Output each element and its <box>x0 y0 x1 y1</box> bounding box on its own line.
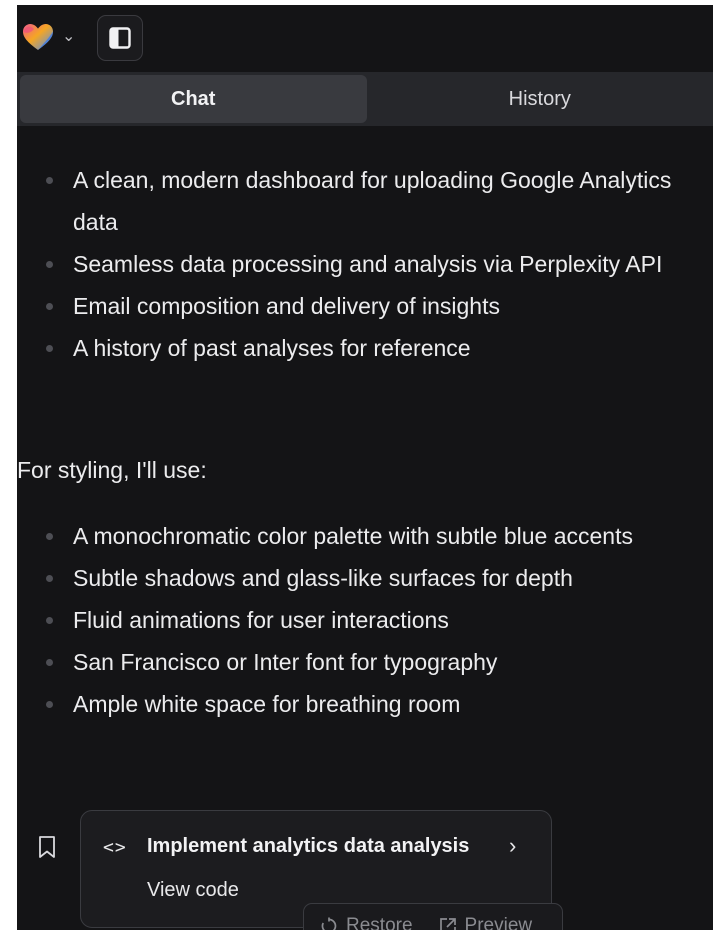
code-icon: <> <box>103 837 127 858</box>
list-item: A monochromatic color palette with subtl… <box>17 515 707 557</box>
list-item-text: San Francisco or Inter font for typograp… <box>73 649 498 675</box>
restore-button[interactable]: Restore <box>320 915 413 930</box>
external-link-icon <box>439 918 456 930</box>
tab-chat-label: Chat <box>171 87 216 110</box>
card-title: Implement analytics data analysis <box>147 835 470 857</box>
bullet-dot <box>46 575 53 582</box>
chat-panel: ⌄ Chat History A clean, modern dashboard… <box>17 5 713 930</box>
bullet-dot <box>46 303 53 310</box>
list-item-text: Subtle shadows and glass-like surfaces f… <box>73 565 573 591</box>
preview-button[interactable]: Preview <box>439 915 533 930</box>
restore-icon <box>321 917 337 930</box>
list-item-text: Seamless data processing and analysis vi… <box>73 251 663 277</box>
list-item-text: Fluid animations for user interactions <box>73 607 449 633</box>
chevron-down-icon[interactable]: ⌄ <box>62 23 75 51</box>
bullet-dot <box>46 533 53 540</box>
list-item: Email composition and delivery of insigh… <box>17 285 707 327</box>
action-bar: Restore Preview <box>303 903 563 930</box>
bullet-dot <box>46 617 53 624</box>
list-item-text: Email composition and delivery of insigh… <box>73 293 500 319</box>
styling-intro: For styling, I'll use: <box>17 457 207 483</box>
sidebar-toggle-button[interactable] <box>97 15 143 61</box>
bullet-dot <box>46 261 53 268</box>
tab-chat[interactable]: Chat <box>20 75 367 123</box>
bullet-dot <box>46 659 53 666</box>
preview-label: Preview <box>464 915 533 930</box>
list-item: Ample white space for breathing room <box>17 683 707 725</box>
list-item-text: A history of past analyses for reference <box>73 335 471 361</box>
chevron-right-icon: › <box>509 833 517 858</box>
list-item: A history of past analyses for reference <box>17 327 707 369</box>
tab-bar: Chat History <box>17 72 713 126</box>
bullet-dot <box>46 345 53 352</box>
bullet-dot <box>46 701 53 708</box>
feature-list: A clean, modern dashboard for uploading … <box>17 159 707 369</box>
message-content: A clean, modern dashboard for uploading … <box>17 126 713 930</box>
tab-history[interactable]: History <box>367 72 713 126</box>
list-item: San Francisco or Inter font for typograp… <box>17 641 707 683</box>
list-item: A clean, modern dashboard for uploading … <box>17 159 707 243</box>
list-item-text: A monochromatic color palette with subtl… <box>73 523 633 549</box>
view-code-link[interactable]: View code <box>147 879 239 902</box>
top-bar: ⌄ <box>17 5 713 72</box>
sidebar-toggle-icon <box>109 27 131 49</box>
list-item-text: Ample white space for breathing room <box>73 691 461 717</box>
bookmark-icon[interactable] <box>37 835 57 859</box>
list-item-text: A clean, modern dashboard for uploading … <box>73 167 672 235</box>
tab-history-label: History <box>508 87 571 110</box>
styling-list: A monochromatic color palette with subtl… <box>17 515 707 725</box>
list-item: Subtle shadows and glass-like surfaces f… <box>17 557 707 599</box>
restore-label: Restore <box>346 915 413 930</box>
list-item: Seamless data processing and analysis vi… <box>17 243 707 285</box>
heart-logo-icon[interactable] <box>22 23 54 51</box>
bullet-dot <box>46 177 53 184</box>
list-item: Fluid animations for user interactions <box>17 599 707 641</box>
